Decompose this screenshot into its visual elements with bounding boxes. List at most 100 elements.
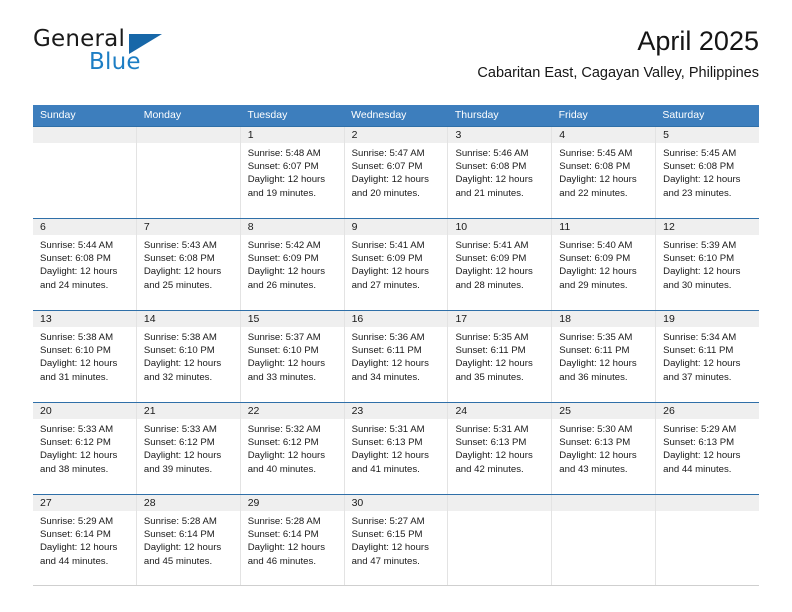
- daylight-text-line2: and 19 minutes.: [247, 187, 316, 199]
- weekday-header-wednesday: Wednesday: [351, 109, 407, 121]
- daylight-text-line1: Daylight: 12 hours: [40, 542, 118, 554]
- calendar-page: General Blue April 2025 Cabaritan East, …: [0, 0, 792, 612]
- day-details: Sunrise: 5:31 AM Sunset: 6:13 PM Daylight:…: [448, 419, 551, 476]
- sunrise-text: Sunrise: 5:43 AM: [143, 240, 217, 251]
- day-cell[interactable]: 26 Sunrise: 5:29 AM Sunset: 6:13 PM Dayligh…: [656, 403, 760, 494]
- day-cell[interactable]: 28 Sunrise: 5:28 AM Sunset: 6:14 PM Dayligh…: [136, 495, 241, 585]
- day-cell[interactable]: 16 Sunrise: 5:36 AM Sunset: 6:11 PM Dayligh…: [344, 311, 449, 402]
- sunrise-text: Sunrise: 5:48 AM: [247, 148, 321, 159]
- daylight-text-line1: Daylight: 12 hours: [40, 358, 118, 370]
- day-details: Sunrise: 5:45 AM Sunset: 6:08 PM Daylight:…: [552, 143, 655, 200]
- sunrise-text: Sunrise: 5:30 AM: [559, 424, 633, 435]
- daylight-text-line2: and 25 minutes.: [143, 279, 213, 291]
- day-details: Sunrise: 5:28 AM Sunset: 6:14 PM Daylight:…: [137, 511, 240, 568]
- day-details: Sunrise: 5:31 AM Sunset: 6:13 PM Daylight:…: [345, 419, 448, 476]
- sunrise-text: Sunrise: 5:29 AM: [663, 424, 737, 435]
- day-cell[interactable]: 20 Sunrise: 5:33 AM Sunset: 6:12 PM Dayligh…: [33, 403, 137, 494]
- daylight-text-line1: Daylight: 12 hours: [455, 266, 533, 278]
- daylight-text-line2: and 43 minutes.: [559, 463, 628, 475]
- day-cell[interactable]: 8 Sunrise: 5:42 AM Sunset: 6:09 PM Daylight…: [240, 219, 345, 310]
- day-number: 20: [33, 403, 136, 419]
- sunrise-text: Sunrise: 5:38 AM: [143, 332, 217, 343]
- sunset-text: Sunset: 6:08 PM: [40, 253, 111, 265]
- sunset-text: Sunset: 6:11 PM: [559, 345, 630, 357]
- sunset-text: Sunset: 6:11 PM: [455, 345, 526, 357]
- day-cell[interactable]: 17 Sunrise: 5:35 AM Sunset: 6:11 PM Dayligh…: [448, 311, 553, 402]
- day-cell[interactable]: 11 Sunrise: 5:40 AM Sunset: 6:09 PM Dayligh…: [552, 219, 657, 310]
- day-cell[interactable]: 23 Sunrise: 5:31 AM Sunset: 6:13 PM Dayligh…: [344, 403, 449, 494]
- day-cell-empty: [136, 127, 241, 218]
- sunset-text: Sunset: 6:12 PM: [143, 437, 215, 449]
- sunrise-text: Sunrise: 5:31 AM: [351, 424, 425, 435]
- day-cell[interactable]: 19 Sunrise: 5:34 AM Sunset: 6:11 PM Dayligh…: [656, 311, 760, 402]
- sunrise-text: Sunrise: 5:46 AM: [455, 148, 529, 159]
- day-number: 21: [136, 403, 240, 419]
- day-cell[interactable]: 13 Sunrise: 5:38 AM Sunset: 6:10 PM Dayligh…: [33, 311, 137, 402]
- day-details: Sunrise: 5:41 AM Sunset: 6:09 PM Daylight:…: [345, 235, 448, 292]
- day-cell[interactable]: 10 Sunrise: 5:41 AM Sunset: 6:09 PM Dayligh…: [448, 219, 553, 310]
- brand-logo[interactable]: General Blue: [33, 26, 233, 84]
- day-number: 18: [552, 311, 656, 327]
- sunrise-text: Sunrise: 5:45 AM: [559, 148, 633, 159]
- day-number: 23: [344, 403, 448, 419]
- daylight-text-line1: Daylight: 12 hours: [351, 450, 429, 462]
- day-details: Sunrise: 5:38 AM Sunset: 6:10 PM Daylight:…: [137, 327, 240, 384]
- day-number: 11: [552, 219, 656, 235]
- sunrise-text: Sunrise: 5:40 AM: [559, 240, 633, 251]
- day-number: 25: [552, 403, 656, 419]
- weekday-header-thursday: Thursday: [454, 109, 499, 121]
- day-number: 29: [240, 495, 344, 511]
- day-cell[interactable]: 12 Sunrise: 5:39 AM Sunset: 6:10 PM Dayligh…: [656, 219, 760, 310]
- day-cell[interactable]: 27 Sunrise: 5:29 AM Sunset: 6:14 PM Dayligh…: [33, 495, 137, 585]
- day-cell[interactable]: 4 Sunrise: 5:45 AM Sunset: 6:08 PM Daylight…: [552, 127, 657, 218]
- daylight-text-line2: and 28 minutes.: [455, 279, 524, 291]
- day-cell[interactable]: 3 Sunrise: 5:46 AM Sunset: 6:08 PM Daylight…: [448, 127, 553, 218]
- weekday-header-saturday: Saturday: [662, 109, 705, 121]
- day-number: 14: [136, 311, 240, 327]
- sunset-text: Sunset: 6:12 PM: [247, 437, 319, 449]
- day-cell[interactable]: 22 Sunrise: 5:32 AM Sunset: 6:12 PM Dayligh…: [240, 403, 345, 494]
- day-cell[interactable]: 30 Sunrise: 5:27 AM Sunset: 6:15 PM Dayligh…: [344, 495, 449, 585]
- day-details: Sunrise: 5:33 AM Sunset: 6:12 PM Daylight:…: [33, 419, 136, 476]
- daylight-text-line2: and 21 minutes.: [455, 187, 524, 199]
- daylight-text-line1: Daylight: 12 hours: [559, 174, 637, 186]
- title-block: April 2025 Cabaritan East, Cagayan Valle…: [477, 26, 759, 82]
- day-cell[interactable]: 1 Sunrise: 5:48 AM Sunset: 6:07 PM Daylight…: [240, 127, 345, 218]
- day-number: 7: [136, 219, 240, 235]
- day-details: [448, 511, 551, 515]
- day-cell[interactable]: 7 Sunrise: 5:43 AM Sunset: 6:08 PM Daylight…: [136, 219, 241, 310]
- day-details: Sunrise: 5:46 AM Sunset: 6:08 PM Daylight:…: [448, 143, 551, 200]
- sunrise-text: Sunrise: 5:42 AM: [247, 240, 321, 251]
- sunset-text: Sunset: 6:08 PM: [143, 253, 215, 265]
- weekday-header-row: Sunday Monday Tuesday Wednesday Thursday Frid…: [33, 105, 759, 126]
- calendar-week-row: 27 Sunrise: 5:29 AM Sunset: 6:14 PM Dayligh…: [33, 494, 760, 586]
- day-cell[interactable]: 21 Sunrise: 5:33 AM Sunset: 6:12 PM Dayligh…: [136, 403, 241, 494]
- day-cell-empty: [33, 127, 137, 218]
- day-cell[interactable]: 24 Sunrise: 5:31 AM Sunset: 6:13 PM Dayligh…: [448, 403, 553, 494]
- daylight-text-line1: Daylight: 12 hours: [663, 266, 741, 278]
- day-details: Sunrise: 5:40 AM Sunset: 6:09 PM Daylight:…: [552, 235, 655, 292]
- day-cell[interactable]: 25 Sunrise: 5:30 AM Sunset: 6:13 PM Dayligh…: [552, 403, 657, 494]
- day-cell[interactable]: 18 Sunrise: 5:35 AM Sunset: 6:11 PM Dayligh…: [552, 311, 657, 402]
- day-cell[interactable]: 5 Sunrise: 5:45 AM Sunset: 6:08 PM Daylight…: [656, 127, 760, 218]
- weekday-header-sunday: Sunday: [40, 109, 76, 121]
- daylight-text-line2: and 22 minutes.: [559, 187, 628, 199]
- day-cell[interactable]: 6 Sunrise: 5:44 AM Sunset: 6:08 PM Daylight…: [33, 219, 137, 310]
- day-cell[interactable]: 14 Sunrise: 5:38 AM Sunset: 6:10 PM Dayligh…: [136, 311, 241, 402]
- day-cell[interactable]: 2 Sunrise: 5:47 AM Sunset: 6:07 PM Daylight…: [344, 127, 449, 218]
- day-number: 8: [240, 219, 344, 235]
- sunset-text: Sunset: 6:11 PM: [663, 345, 734, 357]
- daylight-text-line2: and 42 minutes.: [455, 463, 524, 475]
- day-number: 16: [344, 311, 448, 327]
- daylight-text-line2: and 31 minutes.: [40, 371, 109, 383]
- daylight-text-line1: Daylight: 12 hours: [559, 266, 637, 278]
- day-cell[interactable]: 15 Sunrise: 5:37 AM Sunset: 6:10 PM Dayligh…: [240, 311, 345, 402]
- day-cell[interactable]: 29 Sunrise: 5:28 AM Sunset: 6:14 PM Dayligh…: [240, 495, 345, 585]
- day-cell[interactable]: 9 Sunrise: 5:41 AM Sunset: 6:09 PM Daylight…: [344, 219, 449, 310]
- day-number: 28: [136, 495, 240, 511]
- daylight-text-line2: and 45 minutes.: [143, 555, 213, 567]
- day-details: Sunrise: 5:28 AM Sunset: 6:14 PM Daylight:…: [241, 511, 344, 568]
- sunset-text: Sunset: 6:09 PM: [247, 253, 319, 265]
- day-number: 17: [448, 311, 552, 327]
- brand-word-blue: Blue: [89, 49, 141, 75]
